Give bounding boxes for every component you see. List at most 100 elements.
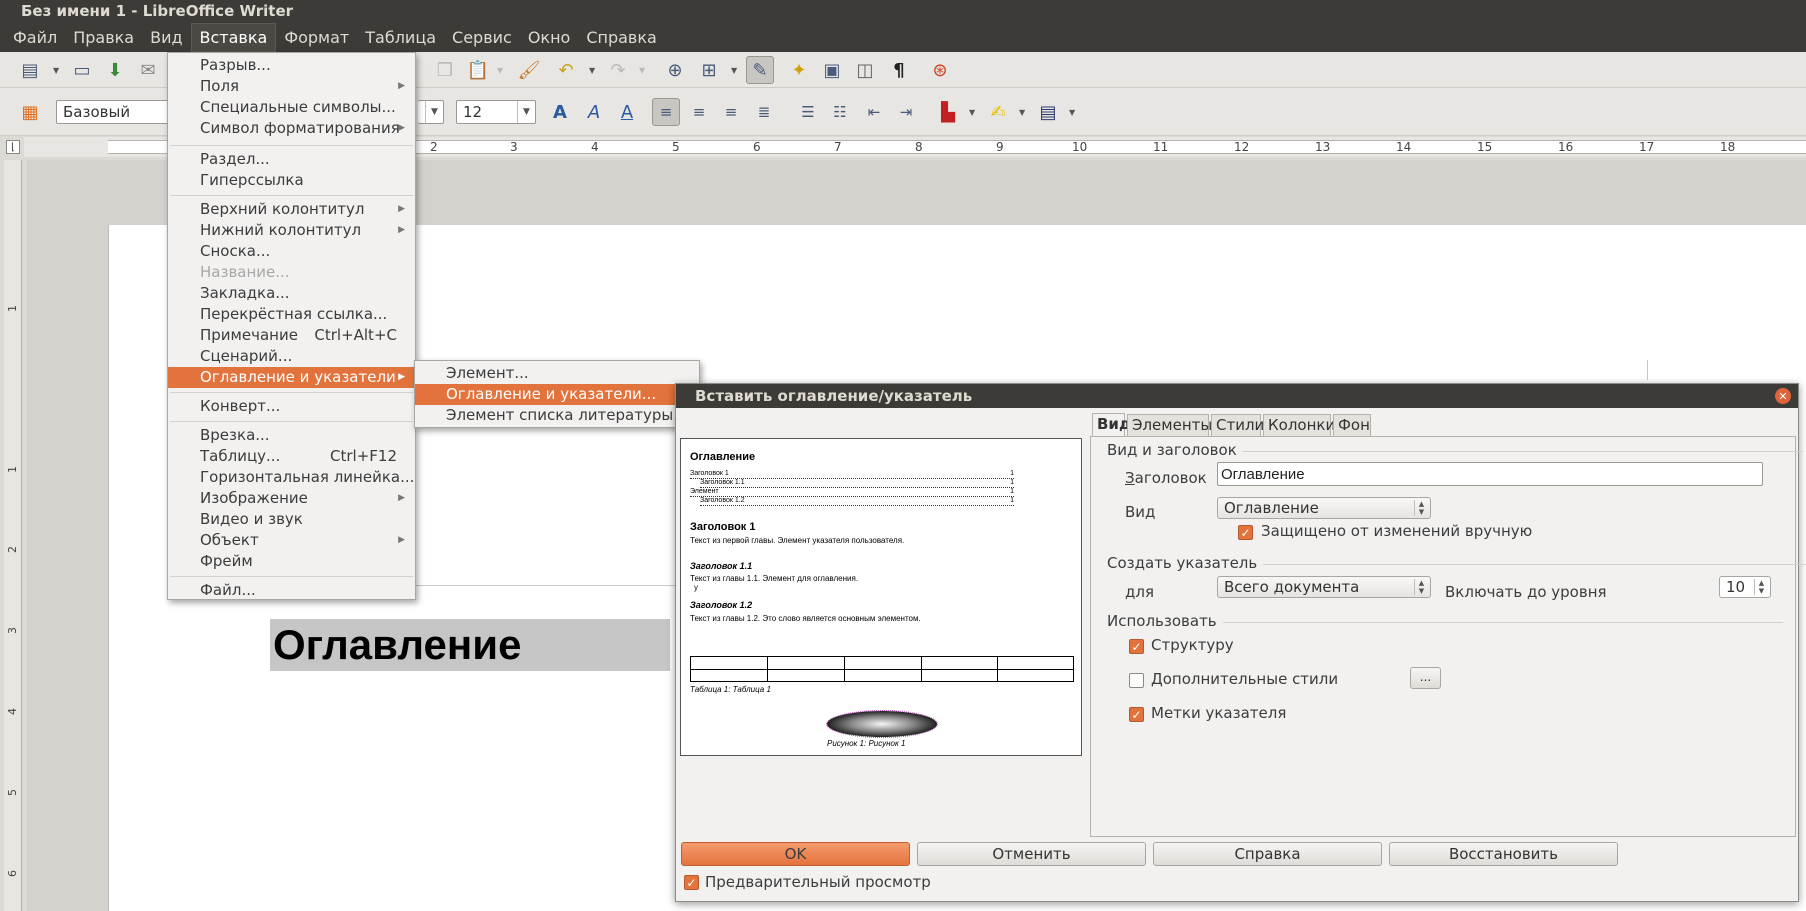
underline-icon[interactable]: A <box>614 99 640 125</box>
open-icon[interactable]: ▭ <box>69 57 95 83</box>
menu-item-envelope[interactable]: Конверт... <box>168 396 415 417</box>
formatting-marks-icon[interactable]: ¶ <box>886 57 912 83</box>
preview-checkbox[interactable]: ✓ <box>684 875 699 890</box>
save-icon[interactable]: ⬇ <box>102 57 128 83</box>
type-select[interactable]: Оглавление ▲ ▼ <box>1217 497 1431 519</box>
font-size-combo[interactable]: 12 ▼ <box>456 100 536 124</box>
menu-item-file[interactable]: Файл... <box>168 580 415 601</box>
extra-styles-button[interactable]: ... <box>1410 667 1441 689</box>
menu-item-footer[interactable]: Нижний колонтитул ▶ <box>168 220 415 241</box>
close-icon[interactable]: ✕ <box>1775 388 1791 404</box>
navigator-icon[interactable]: ✦ <box>786 57 812 83</box>
submenu-item-bibliography[interactable]: Элемент списка литературы... <box>415 405 699 426</box>
paste-icon[interactable]: 📋 <box>465 57 491 83</box>
paragraph-style-combo[interactable]: Базовый <box>56 100 176 124</box>
menu-table[interactable]: Таблица <box>357 24 444 51</box>
menu-item-cross-reference[interactable]: Перекрёстная ссылка... <box>168 304 415 325</box>
highlighting-dropdown-icon[interactable]: ▼ <box>1019 99 1027 125</box>
menu-item-comment[interactable]: Примечание Ctrl+Alt+C <box>168 325 415 346</box>
menu-item-horizontal-line[interactable]: Горизонтальная линейка... <box>168 467 415 488</box>
numbering-icon[interactable]: ☰ <box>795 99 821 125</box>
cancel-button[interactable]: Отменить <box>917 842 1146 866</box>
data-sources-icon[interactable]: ◫ <box>852 57 878 83</box>
menu-item-hyperlink[interactable]: Гиперссылка <box>168 170 415 191</box>
font-color-dropdown-icon[interactable]: ▼ <box>969 99 977 125</box>
bullets-icon[interactable]: ☷ <box>827 99 853 125</box>
align-right-icon[interactable]: ≡ <box>718 99 744 125</box>
paste-dropdown-icon[interactable]: ▼ <box>497 57 505 83</box>
toc-heading[interactable]: Оглавление <box>270 619 670 671</box>
redo-icon[interactable]: ↷ <box>605 57 631 83</box>
menu-item-image[interactable]: Изображение ▶ <box>168 488 415 509</box>
highlighting-icon[interactable]: ✍ <box>985 99 1011 125</box>
font-name-combo-end[interactable]: ▼ <box>418 100 444 124</box>
menu-window[interactable]: Окно <box>520 24 579 51</box>
menu-item-floating-frame[interactable]: Фрейм <box>168 551 415 572</box>
menu-item-fields[interactable]: Поля ▶ <box>168 76 415 97</box>
background-color-icon[interactable]: ▤ <box>1035 99 1061 125</box>
levels-spinner[interactable]: 10 ▲ ▼ <box>1719 576 1771 598</box>
background-color-dropdown-icon[interactable]: ▼ <box>1069 99 1077 125</box>
undo-icon[interactable]: ↶ <box>553 57 579 83</box>
submenu-item-toc-indexes[interactable]: Оглавление и указатели... <box>415 384 699 405</box>
menu-item-header[interactable]: Верхний колонтитул ▶ <box>168 199 415 220</box>
tab-styles[interactable]: Стили <box>1211 414 1264 436</box>
protected-checkbox[interactable]: ✓ <box>1238 525 1253 540</box>
align-center-icon[interactable]: ≡ <box>686 99 712 125</box>
redo-dropdown-icon[interactable]: ▼ <box>639 57 647 83</box>
menu-item-footnote[interactable]: Сноска... <box>168 241 415 262</box>
menu-item-formatting-mark[interactable]: Символ форматирования ▶ <box>168 118 415 139</box>
extra-styles-checkbox[interactable] <box>1129 673 1144 688</box>
structure-checkbox[interactable]: ✓ <box>1129 639 1144 654</box>
increase-indent-icon[interactable]: ⇥ <box>893 99 919 125</box>
submenu-item-entry[interactable]: Элемент... <box>415 363 699 384</box>
title-input[interactable] <box>1217 462 1763 486</box>
menu-item-special-chars[interactable]: Специальные символы... <box>168 97 415 118</box>
tab-background[interactable]: Фон <box>1333 414 1371 436</box>
bold-icon[interactable]: A <box>547 99 573 125</box>
menu-item-script[interactable]: Сценарий... <box>168 346 415 367</box>
vertical-ruler[interactable]: 1 1 2 3 4 5 6 <box>4 160 22 911</box>
index-marks-checkbox[interactable]: ✓ <box>1129 707 1144 722</box>
for-select[interactable]: Всего документа ▲ ▼ <box>1217 576 1431 598</box>
table-icon[interactable]: ⊞ <box>696 57 722 83</box>
menu-item-toc-indexes[interactable]: Оглавление и указатели ▶ <box>168 367 415 388</box>
email-icon[interactable]: ✉ <box>135 57 161 83</box>
menu-help[interactable]: Справка <box>578 24 665 51</box>
tab-entries[interactable]: Элементы <box>1127 414 1212 436</box>
draw-functions-icon[interactable]: ✎ <box>746 56 774 84</box>
menu-edit[interactable]: Правка <box>65 24 142 51</box>
menu-item-break[interactable]: Разрыв... <box>168 55 415 76</box>
menu-item-bookmark[interactable]: Закладка... <box>168 283 415 304</box>
undo-dropdown-icon[interactable]: ▼ <box>589 57 597 83</box>
tab-stop-selector-icon[interactable]: ⌊ <box>6 140 20 154</box>
italic-icon[interactable]: A <box>581 99 607 125</box>
menu-item-table[interactable]: Таблицу... Ctrl+F12 <box>168 446 415 467</box>
menu-tools[interactable]: Сервис <box>444 24 520 51</box>
styles-formatting-icon[interactable]: ▦ <box>17 99 43 125</box>
font-color-icon[interactable]: ▙ <box>935 99 961 125</box>
clone-formatting-icon[interactable]: 🖌 <box>516 57 542 83</box>
gallery-icon[interactable]: ▣ <box>819 57 845 83</box>
justify-icon[interactable]: ≣ <box>751 99 777 125</box>
help-lifebuoy-icon[interactable]: ⊛ <box>927 57 953 83</box>
reset-button[interactable]: Восстановить <box>1389 842 1618 866</box>
decrease-indent-icon[interactable]: ⇤ <box>861 99 887 125</box>
align-left-icon[interactable]: ≡ <box>652 98 680 126</box>
menu-item-object[interactable]: Объект ▶ <box>168 530 415 551</box>
table-dropdown-icon[interactable]: ▼ <box>731 57 739 83</box>
new-document-icon[interactable]: ▤ <box>17 57 43 83</box>
copy-icon[interactable]: ❐ <box>432 57 458 83</box>
new-dropdown-icon[interactable]: ▼ <box>53 57 61 83</box>
menu-file[interactable]: Файл <box>5 24 65 51</box>
menu-item-section[interactable]: Раздел... <box>168 149 415 170</box>
tab-columns[interactable]: Колонки <box>1263 414 1335 436</box>
help-button[interactable]: Справка <box>1153 842 1382 866</box>
menu-item-frame-insert[interactable]: Врезка... <box>168 425 415 446</box>
hyperlink-icon[interactable]: ⊕ <box>662 57 688 83</box>
menu-insert[interactable]: Вставка <box>190 22 277 52</box>
tab-view[interactable]: Вид <box>1092 413 1131 437</box>
menu-view[interactable]: Вид <box>142 24 190 51</box>
menu-item-media[interactable]: Видео и звук <box>168 509 415 530</box>
ok-button[interactable]: OK <box>681 842 910 866</box>
